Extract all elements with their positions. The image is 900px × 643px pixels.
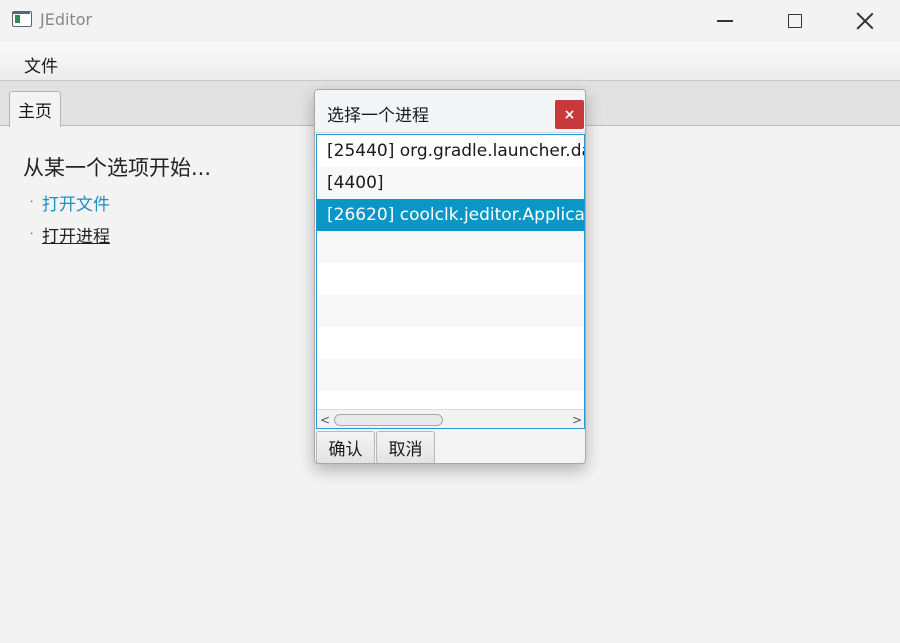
process-list-item[interactable]: [4400] <box>317 167 584 199</box>
open-file-link[interactable]: 打开文件 <box>42 190 110 215</box>
menu-bar: 文件 <box>0 42 900 81</box>
close-icon <box>856 12 874 30</box>
process-list-item-selected[interactable]: [26620] coolclk.jeditor.Application <box>317 199 584 231</box>
window-title: JEditor <box>40 10 93 29</box>
empty-list-row <box>317 391 584 409</box>
empty-list-row <box>317 263 584 295</box>
scrollbar-thumb[interactable] <box>334 414 443 426</box>
open-process-link[interactable]: 打开进程 <box>42 222 110 247</box>
dialog-title: 选择一个进程 <box>327 106 429 126</box>
minimize-button[interactable] <box>690 0 760 42</box>
empty-list-row <box>317 359 584 391</box>
horizontal-scrollbar[interactable]: < > <box>317 409 584 428</box>
close-window-button[interactable] <box>830 0 900 42</box>
scroll-right-icon[interactable]: > <box>570 412 584 428</box>
empty-list-row <box>317 295 584 327</box>
cancel-button[interactable]: 取消 <box>376 431 435 463</box>
scroll-left-icon[interactable]: < <box>318 412 332 428</box>
title-bar: JEditor <box>0 0 900 42</box>
maximize-button[interactable] <box>760 0 830 42</box>
app-window-icon <box>12 11 32 27</box>
dialog-header: 选择一个进程 × <box>315 90 585 133</box>
confirm-button[interactable]: 确认 <box>316 431 375 463</box>
maximize-icon <box>788 14 802 28</box>
minimize-icon <box>717 20 733 22</box>
empty-list-row <box>317 327 584 359</box>
bullet-marker: · <box>30 195 34 208</box>
select-process-dialog: 选择一个进程 × [25440] org.gradle.launcher.dae… <box>314 89 586 464</box>
tab-home[interactable]: 主页 <box>9 91 61 127</box>
home-heading: 从某一个选项开始... <box>23 156 212 180</box>
process-list[interactable]: [25440] org.gradle.launcher.daemon.boots… <box>316 134 585 429</box>
menu-file[interactable]: 文件 <box>14 48 68 81</box>
dialog-close-button[interactable]: × <box>555 100 584 129</box>
process-list-item[interactable]: [25440] org.gradle.launcher.daemon.boots… <box>317 135 584 167</box>
bullet-marker: · <box>30 227 34 240</box>
empty-list-row <box>317 231 584 263</box>
